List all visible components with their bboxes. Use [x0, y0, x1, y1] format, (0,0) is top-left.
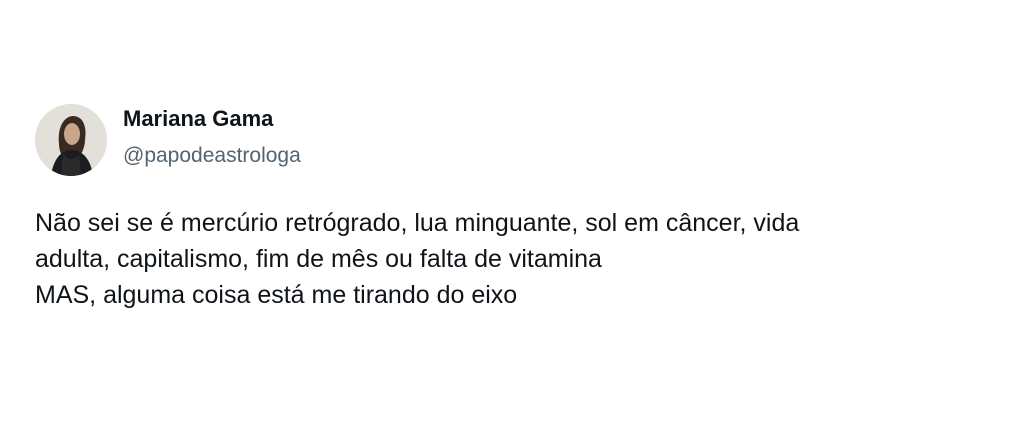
tweet-line: MAS, alguma coisa está me tirando do eix…	[35, 281, 518, 309]
tweet-card: Mariana Gama @papodeastrologa Não sei se…	[0, 0, 1024, 433]
tweet-line: adulta, capitalismo, fim de mês ou falta…	[35, 245, 602, 273]
author-display-name[interactable]: Mariana Gama	[123, 104, 723, 134]
avatar[interactable]	[35, 104, 107, 176]
tweet-text: Não sei se é mercúrio retrógrado, lua mi…	[35, 205, 1010, 313]
tweet-line: Não sei se é mercúrio retrógrado, lua mi…	[35, 209, 800, 237]
author-handle[interactable]: @papodeastrologa	[123, 142, 723, 170]
profile-photo-icon	[35, 104, 107, 176]
tweet-header: Mariana Gama @papodeastrologa	[123, 104, 723, 170]
